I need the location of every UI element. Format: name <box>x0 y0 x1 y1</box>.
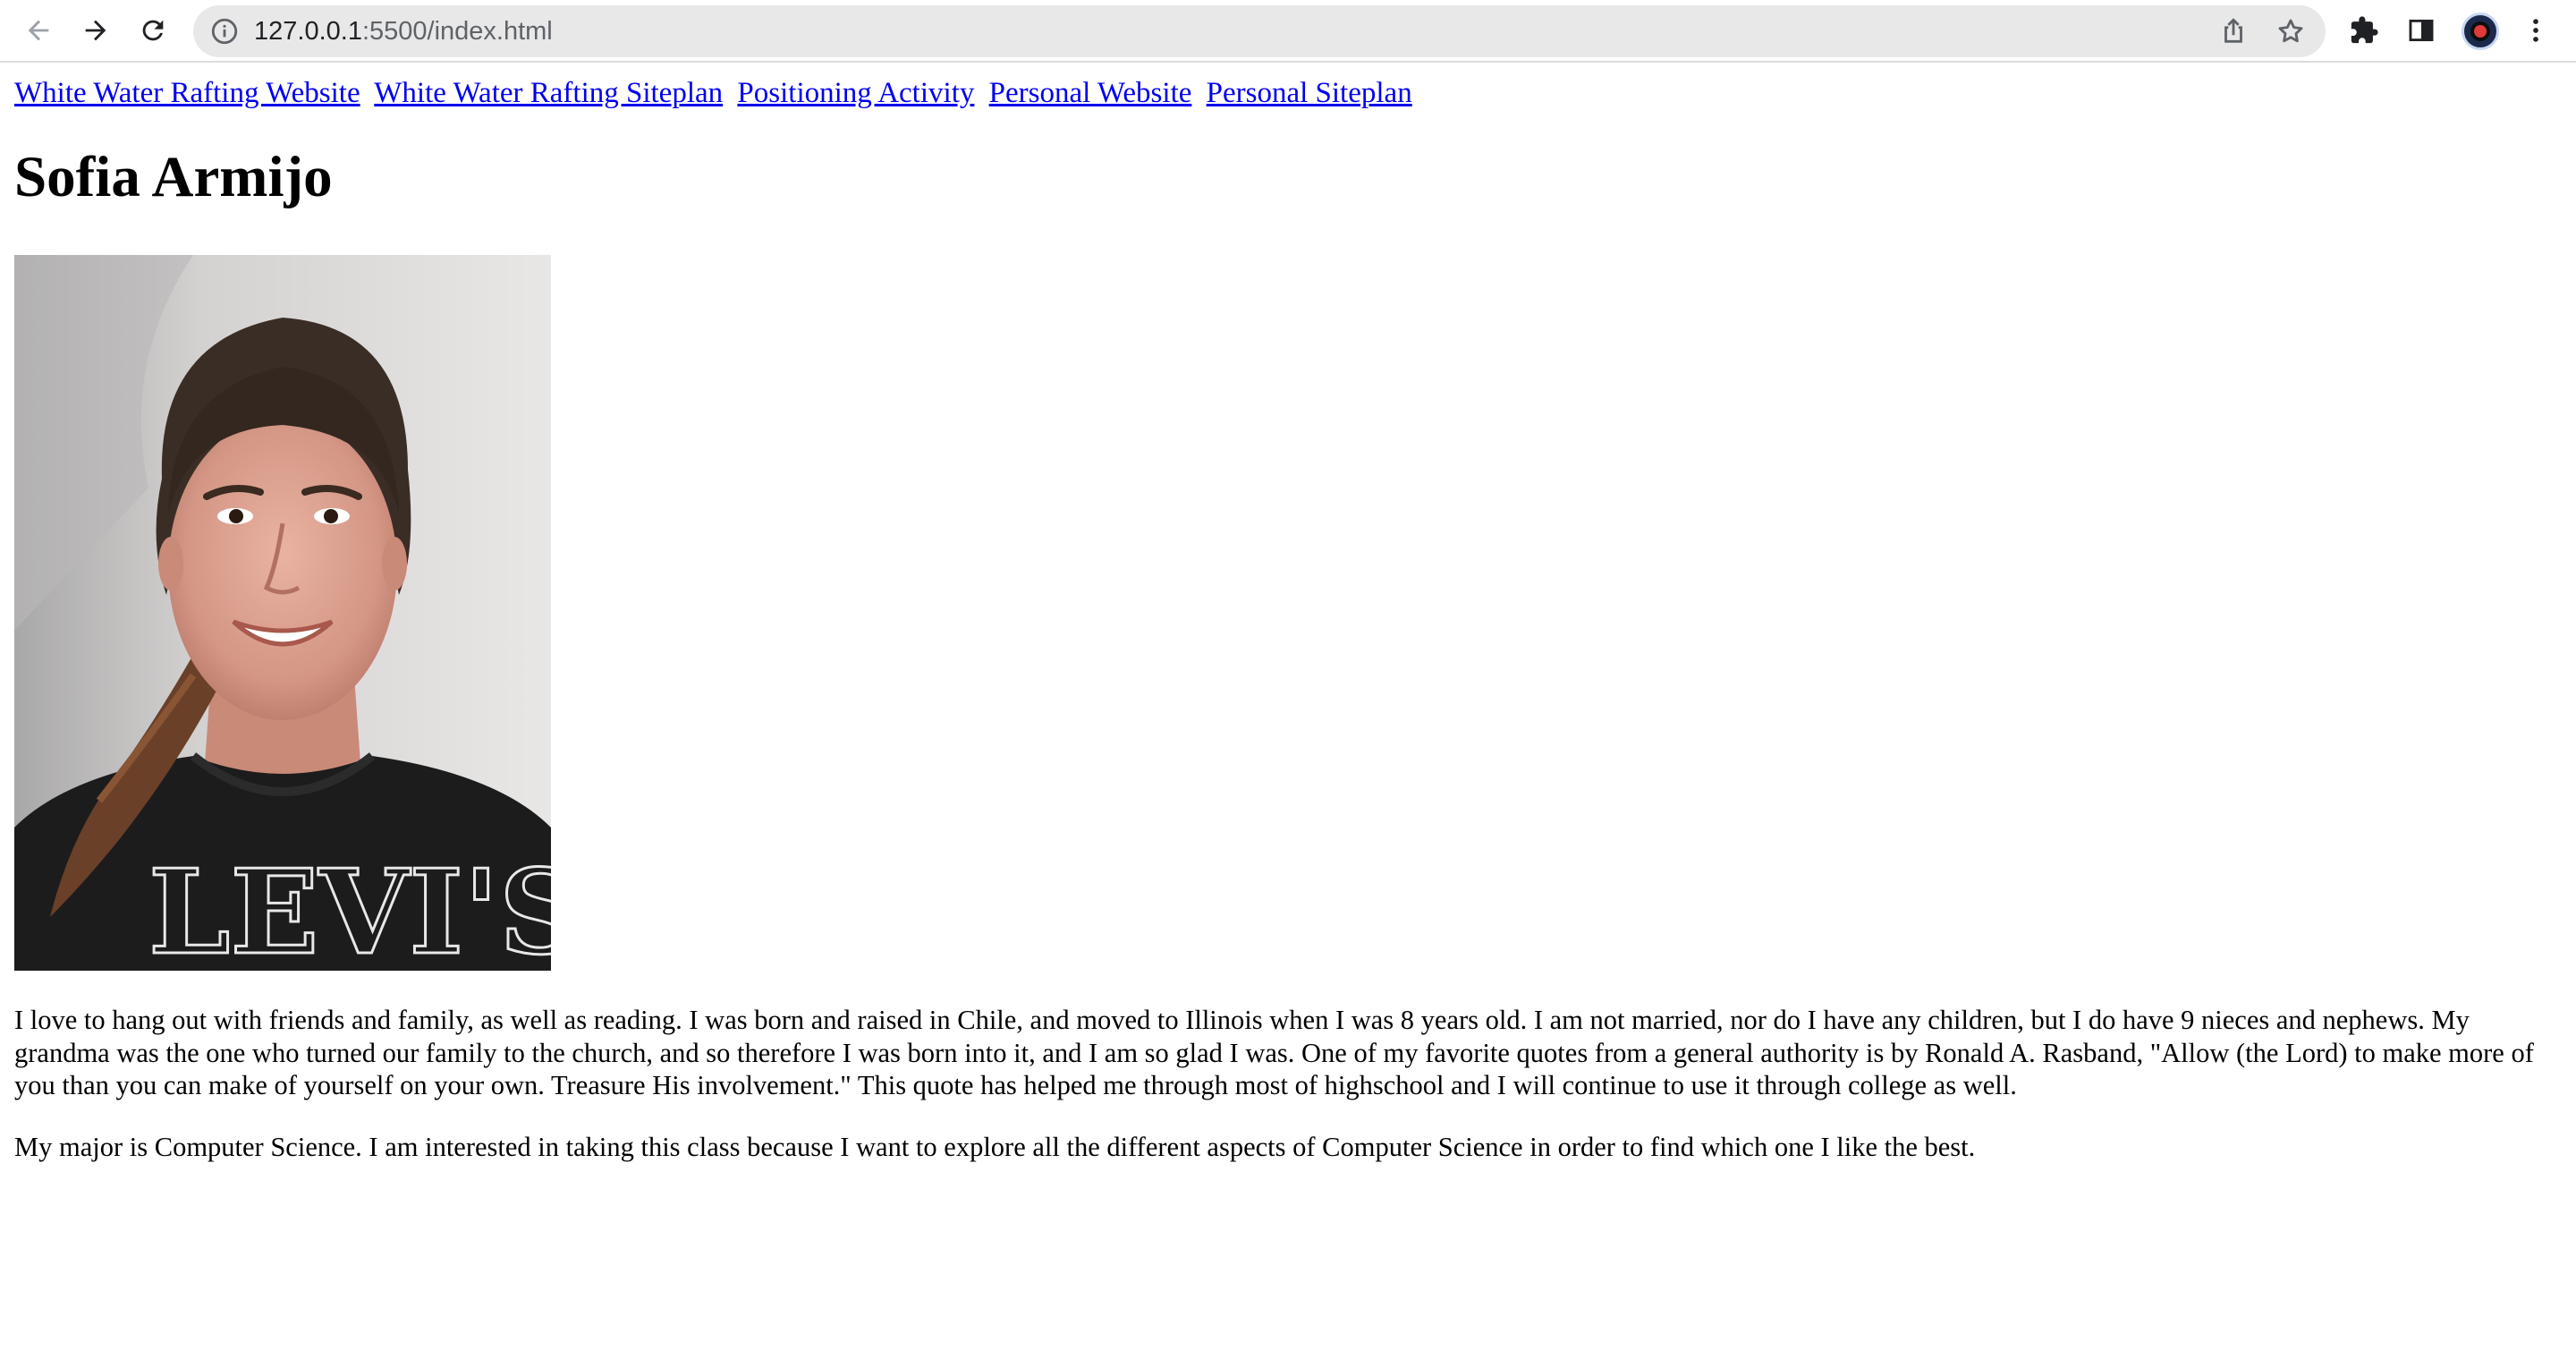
nav-link-personal-website[interactable]: Personal Website <box>989 77 1192 109</box>
extensions-button[interactable] <box>2343 10 2385 51</box>
url-host: 127.0.0.1 <box>254 17 362 46</box>
info-icon[interactable] <box>209 16 240 47</box>
back-button[interactable] <box>18 10 59 51</box>
address-bar[interactable]: 127.0.0.1:5500/index.html <box>193 5 2326 57</box>
reload-button[interactable] <box>132 10 174 51</box>
side-panel-icon <box>2409 19 2434 42</box>
url-text[interactable]: 127.0.0.1:5500/index.html <box>254 5 553 57</box>
bio-paragraph: I love to hang out with friends and fami… <box>14 1005 2534 1101</box>
reload-icon <box>142 20 164 41</box>
bookmark-star-icon[interactable] <box>2275 16 2306 47</box>
url-path: :5500/index.html <box>361 17 553 46</box>
arrow-left-icon <box>28 20 49 41</box>
site-nav: White Water Rafting Website White Water … <box>14 75 1419 111</box>
menu-button[interactable] <box>2515 10 2556 51</box>
shirt-text: LEVI'S <box>148 844 551 971</box>
page-title: Sofia Armijo <box>14 145 333 209</box>
share-icon[interactable] <box>2218 16 2249 47</box>
arrow-right-icon <box>85 20 106 41</box>
portrait-image: LEVI'S <box>14 255 551 971</box>
nav-link-personal-siteplan[interactable]: Personal Siteplan <box>1207 77 1412 109</box>
nav-link-rafting-website[interactable]: White Water Rafting Website <box>14 77 360 109</box>
forward-button[interactable] <box>75 10 116 51</box>
nav-link-rafting-siteplan[interactable]: White Water Rafting Siteplan <box>374 77 723 109</box>
profile-avatar[interactable] <box>2462 13 2499 50</box>
side-panel-button[interactable] <box>2401 10 2442 51</box>
more-vertical-icon <box>2533 19 2538 42</box>
major-paragraph: My major is Computer Science. I am inter… <box>14 1132 1976 1162</box>
puzzle-icon <box>2351 16 2378 44</box>
profile-photo: LEVI'S <box>14 255 551 971</box>
nav-link-positioning-activity[interactable]: Positioning Activity <box>737 77 974 109</box>
avatar-image-icon <box>2474 25 2487 38</box>
browser-toolbar: 127.0.0.1:5500/index.html <box>0 0 2576 63</box>
web-page: White Water Rafting Website White Water … <box>0 64 2576 1367</box>
